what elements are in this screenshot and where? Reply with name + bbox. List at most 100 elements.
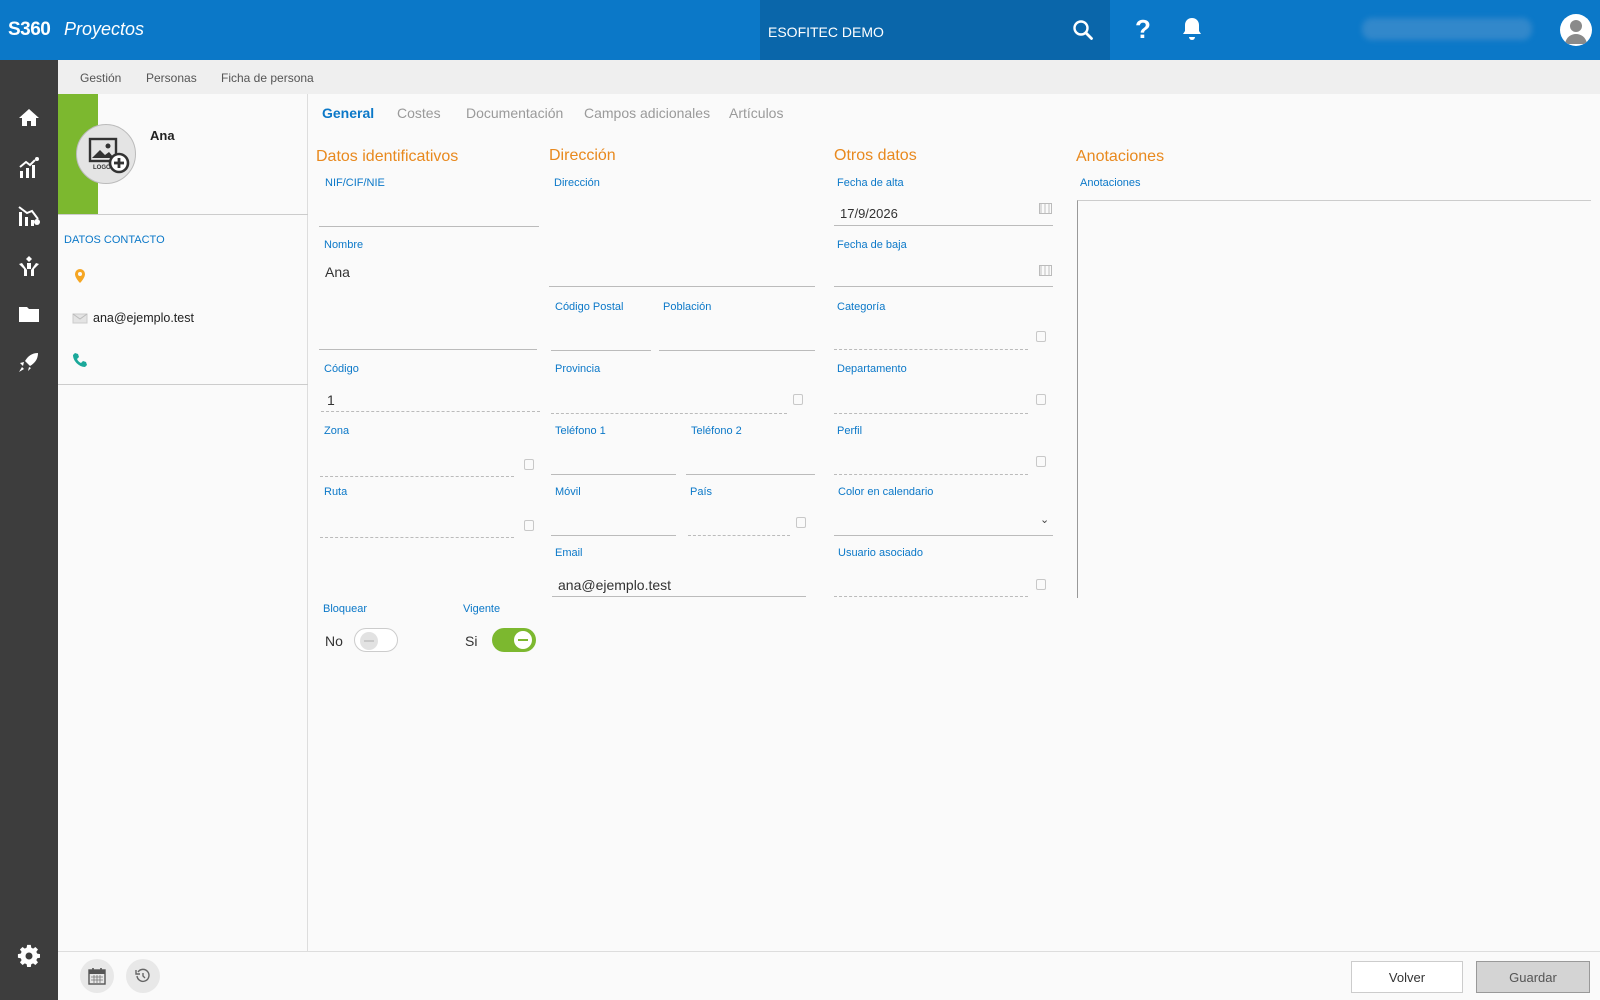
perfil-picker-button[interactable] [1036,456,1046,467]
departamento-input[interactable] [834,390,1028,414]
guardar-button[interactable]: Guardar [1476,961,1590,993]
ruta-label: Ruta [324,486,348,498]
divider [58,384,308,385]
calendar-icon[interactable] [1039,203,1052,214]
contact-email[interactable]: ana@ejemplo.test [93,311,194,325]
fecha-alta-label: Fecha de alta [837,177,904,189]
location-pin-icon[interactable] [72,268,88,284]
provincia-label: Provincia [555,363,601,375]
poblacion-input[interactable] [659,327,815,351]
tab-general[interactable]: General [322,105,374,121]
usuario-asociado-label: Usuario asociado [838,547,923,559]
breadcrumb: Gestión Personas Ficha de persona [58,60,1600,94]
rocket-icon[interactable] [17,350,41,374]
nif-label: NIF/CIF/NIE [325,177,385,189]
app-name: Proyectos [64,19,145,39]
user-name-blurred [1362,18,1532,40]
usuario-asociado-input[interactable] [834,573,1028,597]
projects-chart-icon[interactable] [17,204,41,228]
pais-picker-button[interactable] [796,517,806,528]
home-icon[interactable] [17,106,41,130]
user-icon [1565,20,1587,44]
nif-input[interactable] [319,203,539,227]
pais-label: País [690,486,713,498]
tab-articulos[interactable]: Artículos [729,105,783,121]
company-name: ESOFITEC DEMO [768,24,884,40]
toggle-knob [514,631,532,649]
gear-icon[interactable] [17,944,41,968]
section-otros-datos: Otros datos [834,147,917,164]
color-calendario-select[interactable] [834,512,1053,536]
section-direccion: Dirección [549,147,616,164]
breadcrumb-personas[interactable]: Personas [146,71,197,85]
direccion-input[interactable] [549,200,815,287]
movil-input[interactable] [551,512,676,536]
section-anotaciones: Anotaciones [1076,148,1165,165]
ruta-picker-button[interactable] [524,520,534,531]
top-bar: S360 Proyectos ESOFITEC DEMO ? [0,0,1600,60]
vigente-toggle[interactable] [492,628,536,652]
categoria-input[interactable] [834,326,1028,350]
section-datos-identificativos: Datos identificativos [316,148,459,165]
departamento-picker-button[interactable] [1036,394,1046,405]
volver-button[interactable]: Volver [1351,961,1463,993]
departamento-label: Departamento [837,363,907,375]
perfil-label: Perfil [837,425,863,437]
bloquear-toggle[interactable] [354,628,398,652]
zona-input[interactable] [320,453,514,477]
folder-icon[interactable] [17,302,41,326]
chevron-down-icon[interactable]: ⌄ [1040,513,1049,526]
codigo-postal-input[interactable] [551,327,651,351]
footer-bar: Volver Guardar [58,951,1600,1000]
notifications-button[interactable] [1180,16,1208,46]
anotaciones-textarea[interactable] [1077,200,1591,598]
pais-input[interactable] [688,512,790,536]
company-selector[interactable]: ESOFITEC DEMO [760,0,1110,60]
zona-picker-button[interactable] [524,459,534,470]
brand-logo[interactable]: S360 [8,19,51,41]
ruta-input[interactable] [320,514,514,538]
telefono2-input[interactable] [686,451,815,475]
nombre-input[interactable]: Ana [319,260,537,350]
email-input[interactable]: ana@ejemplo.test [552,573,806,597]
direccion-label: Dirección [554,177,600,189]
tab-costes[interactable]: Costes [397,105,441,121]
breadcrumb-ficha-persona[interactable]: Ficha de persona [221,71,314,85]
contact-section-title: DATOS CONTACTO [64,234,165,246]
hands-care-icon[interactable] [17,254,41,278]
search-button[interactable] [1066,13,1100,47]
fecha-baja-label: Fecha de baja [837,239,907,251]
history-button[interactable] [126,959,160,993]
nombre-label: Nombre [324,239,364,251]
tab-documentacion[interactable]: Documentación [466,105,563,121]
user-avatar[interactable] [1560,14,1592,46]
categoria-picker-button[interactable] [1036,331,1046,342]
usuario-asociado-picker-button[interactable] [1036,579,1046,590]
codigo-input[interactable]: 1 [321,388,540,412]
analytics-icon[interactable] [17,156,41,180]
calendar-icon [88,968,106,985]
bell-icon [1183,18,1201,40]
breadcrumb-gestion[interactable]: Gestión [80,71,121,85]
telefono1-input[interactable] [551,451,676,475]
phone-icon[interactable] [72,352,88,368]
color-calendario-label: Color en calendario [838,486,934,498]
bloquear-label: Bloquear [323,603,368,615]
perfil-input[interactable] [834,451,1028,475]
telefono1-label: Teléfono 1 [555,425,606,437]
codigo-label: Código [324,363,359,375]
help-button[interactable]: ? [1128,14,1158,46]
logo-text: LOGO [93,165,111,171]
upload-logo-button[interactable]: LOGO [76,124,136,184]
fecha-baja-input[interactable] [834,263,1053,287]
tab-campos-adicionales[interactable]: Campos adicionales [584,105,710,121]
calendar-icon[interactable] [1039,265,1052,276]
calendar-button[interactable] [80,959,114,993]
search-icon [1073,20,1093,40]
provincia-input[interactable] [551,390,787,414]
profile-panel: LOGO Ana DATOS CONTACTO ana@ejemplo.test [58,94,308,951]
zona-label: Zona [324,425,350,437]
provincia-picker-button[interactable] [793,394,803,405]
profile-name: Ana [150,128,175,143]
fecha-alta-input[interactable]: 17/9/2026 [834,202,1053,226]
